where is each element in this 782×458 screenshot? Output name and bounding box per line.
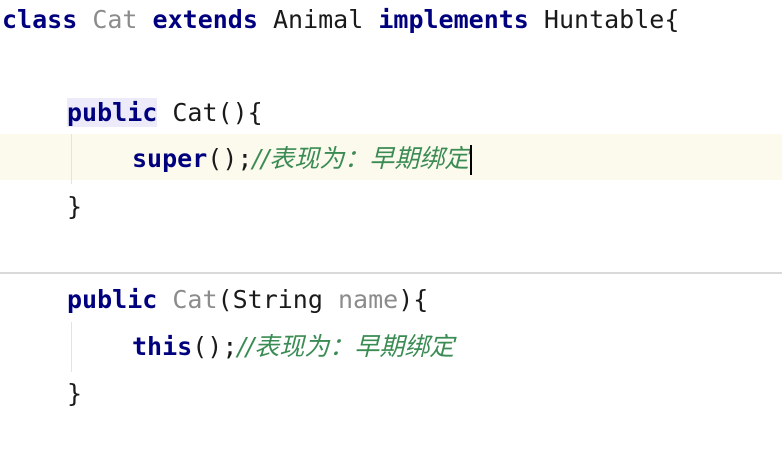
parent-class: Animal [272,5,364,34]
open-paren: ( [217,285,233,314]
constructor-name: Cat [172,285,218,314]
close-paren-brace: ){ [398,285,429,314]
param-name: name [337,285,399,314]
line-comment: //表现为：早期绑定 [252,144,470,173]
keyword-class: class [2,5,78,34]
code-line-closing-brace[interactable]: } [67,184,82,230]
code-line-class-declaration[interactable]: class Cat extends Animal implements Hunt… [2,0,679,43]
call-parens: (); [192,332,238,361]
closing-brace: } [67,192,83,221]
code-editor[interactable]: class Cat extends Animal implements Hunt… [0,0,782,458]
call-parens: (); [207,144,253,173]
indent-guide [71,134,72,184]
code-line-this-call[interactable]: this();//表现为：早期绑定 [132,324,454,370]
line-comment: //表现为：早期绑定 [237,332,455,361]
constructor-name: Cat(){ [172,98,263,127]
text-caret [470,145,473,175]
code-line-super-call[interactable]: super();//表现为：早期绑定 [132,136,473,182]
code-line-closing-brace[interactable]: } [67,371,82,417]
keyword-public: public [67,285,158,314]
keyword-extends: extends [152,5,258,34]
code-line-constructor[interactable]: public Cat(){ [67,90,263,136]
param-type: String [232,285,323,314]
method-separator [0,272,782,274]
code-line-constructor-with-param[interactable]: public Cat(String name){ [67,277,428,323]
indent-guide [71,322,72,372]
class-name: Cat [92,5,138,34]
keyword-implements: implements [378,5,529,34]
closing-brace: } [67,379,83,408]
keyword-public: public [67,98,158,127]
keyword-this: this [132,332,193,361]
keyword-super: super [132,144,208,173]
interface-name: Huntable{ [543,5,680,34]
